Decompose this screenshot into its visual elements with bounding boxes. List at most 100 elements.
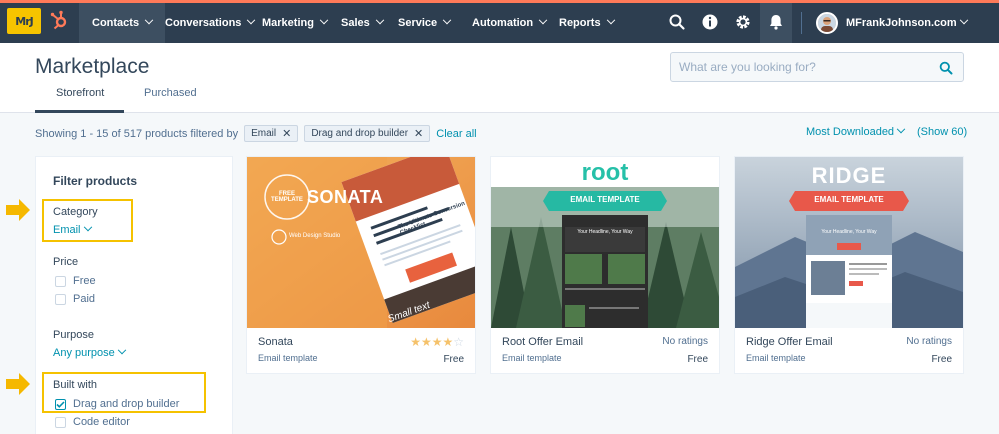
account-menu[interactable]: MFrankJohnson.com <box>846 3 968 43</box>
product-price: Free <box>687 354 708 365</box>
product-name[interactable]: Sonata <box>258 336 293 348</box>
sort-label: Most Downloaded <box>806 126 895 138</box>
nav-divider <box>801 12 802 34</box>
nav-reports[interactable]: Reports <box>559 3 615 43</box>
nav-sales-label: Sales <box>341 17 370 29</box>
bell-icon <box>770 15 782 30</box>
nav-contacts[interactable]: Contacts <box>79 3 166 43</box>
clear-all-link[interactable]: Clear all <box>436 128 476 140</box>
product-type: Email template <box>502 353 562 363</box>
nav-service[interactable]: Service <box>398 3 452 43</box>
root-image-headline: Your Headline, Your Way <box>577 229 633 235</box>
price-free-checkbox[interactable]: Free <box>55 275 96 287</box>
product-thumbnail[interactable]: RIDGE EMAIL TEMPLATE Your Headline, Your… <box>735 157 963 328</box>
built-with-highlight-box <box>42 372 206 413</box>
brand-logo-text: MrJ <box>15 14 33 28</box>
chevron-down-icon <box>144 15 154 25</box>
sort-dropdown[interactable]: Most Downloaded <box>806 124 906 138</box>
results-summary: Showing 1 - 15 of 517 products filtered … <box>35 125 477 142</box>
search-input[interactable] <box>671 53 963 81</box>
results-total: 517 <box>123 127 143 140</box>
checkbox[interactable] <box>55 293 66 305</box>
chevron-down-icon <box>247 15 256 25</box>
gear-icon[interactable] <box>734 13 752 31</box>
filter-chip-drag-drop[interactable]: Drag and drop builder ✕ <box>304 125 431 142</box>
search-icon[interactable] <box>939 61 953 75</box>
price-label: Price <box>53 256 79 268</box>
sonata-image-title: SONATA <box>307 187 384 207</box>
price-paid-checkbox[interactable]: Paid <box>55 293 95 305</box>
results-of: of <box>111 127 121 140</box>
product-type: Email template <box>746 353 806 363</box>
info-icon[interactable] <box>701 13 719 31</box>
rating-text: No ratings <box>662 336 708 347</box>
search-icon[interactable] <box>668 13 686 31</box>
root-image-title: root <box>581 159 629 186</box>
nav-marketing[interactable]: Marketing <box>262 3 329 43</box>
nav-automation-label: Automation <box>472 17 534 29</box>
filter-chip-label: Email <box>251 128 277 139</box>
arrow-right-icon <box>6 199 30 221</box>
nav-service-label: Service <box>398 17 438 29</box>
close-icon[interactable]: ✕ <box>414 127 423 140</box>
show-60-link[interactable]: (Show 60) <box>917 126 967 138</box>
product-type: Email template <box>258 353 318 363</box>
code-editor-checkbox[interactable]: Code editor <box>55 416 130 428</box>
brand-logo[interactable]: MrJ <box>7 8 41 34</box>
chevron-down-icon <box>538 15 548 25</box>
product-price: Free <box>443 354 464 365</box>
user-portrait-icon <box>818 14 836 32</box>
category-highlight-box <box>42 199 133 242</box>
product-card-sonata[interactable]: FREE TEMPLATE SONATA Web Design Studio T… <box>246 156 476 374</box>
chevron-down-icon <box>442 15 452 25</box>
chevron-down-icon <box>606 15 615 25</box>
close-icon[interactable]: ✕ <box>282 127 291 140</box>
filter-chip-email[interactable]: Email ✕ <box>244 125 299 142</box>
checkbox-label: Paid <box>73 293 96 305</box>
results-suffix: products filtered by <box>145 127 239 140</box>
checkbox-label: Code editor <box>73 416 130 428</box>
results-text: Showing 1 - 15 of 517 products filtered … <box>35 128 238 140</box>
nav-conversations-label: Conversations <box>165 17 242 29</box>
product-card-ridge[interactable]: RIDGE EMAIL TEMPLATE Your Headline, Your… <box>734 156 964 374</box>
chevron-down-icon <box>375 15 384 25</box>
filter-heading: Filter products <box>53 174 138 188</box>
rating-text: No ratings <box>906 336 952 347</box>
arrow-right-icon <box>6 373 30 395</box>
chevron-down-icon <box>959 15 968 25</box>
search-field[interactable] <box>670 52 964 82</box>
nav-conversations[interactable]: Conversations <box>165 3 256 43</box>
chevron-down-icon <box>896 124 906 134</box>
ridge-image-headline: Your Headline, Your Way <box>821 229 877 235</box>
nav-sales[interactable]: Sales <box>341 3 384 43</box>
checkbox[interactable] <box>55 275 66 287</box>
purpose-label: Purpose <box>53 329 94 341</box>
sonata-image-brand: Web Design Studio <box>289 233 341 239</box>
active-tab-indicator <box>35 110 124 113</box>
ridge-image-banner: EMAIL TEMPLATE <box>814 195 884 204</box>
product-name[interactable]: Ridge Offer Email <box>746 336 833 348</box>
checkbox[interactable] <box>55 416 66 428</box>
nav-marketing-label: Marketing <box>262 17 314 29</box>
nav-reports-label: Reports <box>559 17 601 29</box>
ridge-image-title: RIDGE <box>811 163 887 188</box>
chevron-down-icon <box>117 345 127 355</box>
product-thumbnail[interactable]: FREE TEMPLATE SONATA Web Design Studio T… <box>247 157 475 328</box>
chevron-down-icon <box>319 15 329 25</box>
tab-purchased[interactable]: Purchased <box>144 87 197 113</box>
checkbox-label: Free <box>73 275 96 287</box>
avatar[interactable] <box>816 12 838 34</box>
purpose-dropdown[interactable]: Any purpose <box>53 345 127 359</box>
page-title: Marketplace <box>35 55 150 78</box>
product-card-root[interactable]: root EMAIL TEMPLATE Your Headline, Your … <box>490 156 720 374</box>
free-template-badge: FREE TEMPLATE <box>271 191 303 203</box>
hubspot-sprocket-icon[interactable] <box>49 10 69 30</box>
root-image-banner: EMAIL TEMPLATE <box>570 195 640 204</box>
product-name[interactable]: Root Offer Email <box>502 336 583 348</box>
purpose-value: Any purpose <box>53 347 115 359</box>
sonata-preview-image <box>247 157 475 328</box>
results-prefix: Showing <box>35 127 78 140</box>
filter-chip-label: Drag and drop builder <box>311 128 409 139</box>
nav-automation[interactable]: Automation <box>472 3 548 43</box>
product-thumbnail[interactable]: root EMAIL TEMPLATE Your Headline, Your … <box>491 157 719 328</box>
